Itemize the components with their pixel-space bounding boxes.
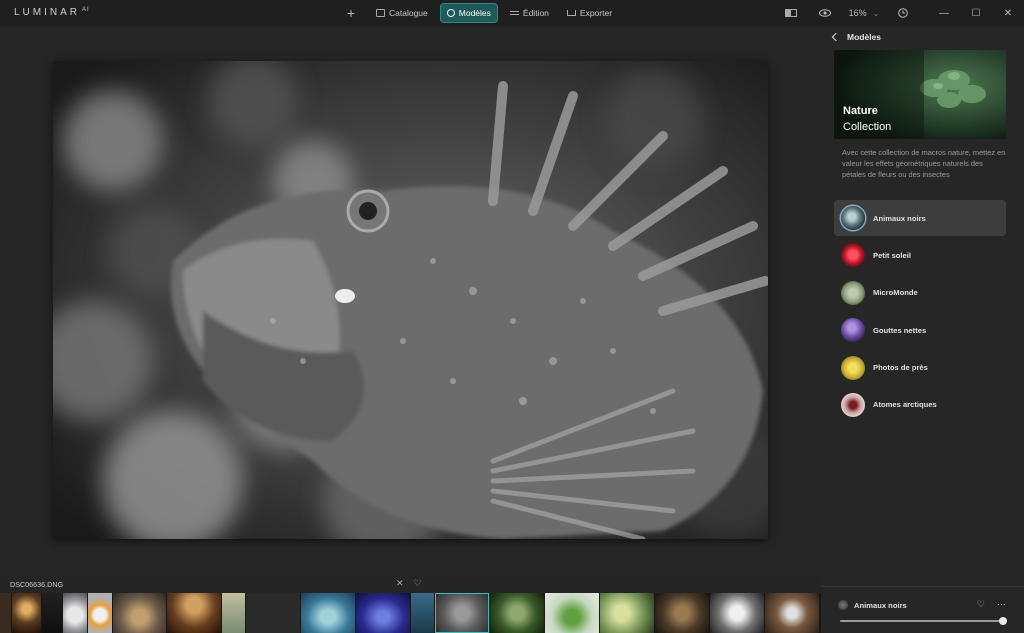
preset-thumbnail (841, 318, 865, 343)
current-filename: DSC06636.DNG (10, 580, 64, 589)
preset-thumbnail (841, 392, 865, 417)
preset-animaux-noirs[interactable]: Animaux noirs (834, 200, 1006, 236)
film-thumbnail[interactable] (356, 593, 410, 633)
film-thumbnail[interactable] (600, 593, 654, 633)
film-thumbnail[interactable] (545, 593, 599, 633)
preset-label: Petit soleil (873, 250, 911, 260)
reject-icon[interactable]: ✕ (396, 578, 404, 589)
close-button[interactable]: ✕ (992, 0, 1024, 26)
preset-micromonde[interactable]: MicroMonde (834, 275, 1006, 311)
film-thumbnail[interactable] (0, 593, 11, 633)
main-nav: + Catalogue Modèles Édition Exporter (342, 3, 618, 23)
eye-icon (819, 9, 831, 17)
film-thumbnail[interactable] (246, 593, 300, 633)
applied-preset-bar: Animaux noirs ♡ ··· (821, 586, 1024, 633)
preset-label: Atomes arctiques (873, 400, 937, 410)
tab-catalogue-label: Catalogue (389, 8, 428, 18)
preset-label: Photos de près (873, 363, 928, 373)
panel-title: Modèles (847, 32, 882, 42)
film-thumbnail[interactable] (765, 593, 819, 633)
tab-edition-label: Édition (522, 8, 549, 18)
export-icon (566, 10, 576, 16)
clock-icon (898, 8, 908, 18)
more-options-icon[interactable]: ··· (997, 599, 1006, 610)
main-photo (53, 61, 768, 539)
film-thumbnail[interactable] (12, 593, 41, 633)
zoom-dropdown[interactable]: 16% ⌄ (842, 0, 886, 26)
film-thumbnail[interactable] (301, 593, 355, 633)
compare-button[interactable] (774, 0, 808, 26)
minimize-button[interactable]: — (928, 0, 960, 26)
tab-edition[interactable]: Édition (504, 3, 555, 23)
image-canvas[interactable] (0, 26, 821, 574)
preset-thumbnail (841, 280, 865, 305)
tab-exporter[interactable]: Exporter (561, 3, 618, 23)
collection-title: Nature (843, 105, 878, 117)
preview-button[interactable] (808, 0, 842, 26)
templates-icon (446, 9, 455, 17)
tab-exporter-label: Exporter (579, 8, 613, 18)
filmstrip-header: DSC06636.DNG ✕ ♡ (0, 574, 821, 593)
applied-preset-thumbnail (838, 600, 848, 610)
film-thumbnail[interactable] (490, 593, 544, 633)
slider-fill (840, 620, 1003, 622)
preset-petit-soleil[interactable]: Petit soleil (834, 237, 1006, 273)
compare-icon (785, 9, 797, 17)
preset-label: MicroMonde (873, 288, 918, 298)
film-thumbnail[interactable] (88, 593, 112, 633)
photo-scorpionfish (53, 61, 768, 539)
add-photos-button[interactable]: + (342, 3, 360, 23)
folder-icon (376, 9, 385, 17)
favorite-icon[interactable]: ♡ (414, 578, 422, 589)
film-actions: ✕ ♡ (396, 578, 422, 589)
collection-subtitle: Collection (843, 121, 892, 133)
preset-atomes-arctiques[interactable]: Atomes arctiques (834, 387, 1006, 423)
sliders-icon (509, 9, 519, 17)
title-bar: LUMINAR AI + Catalogue Modèles Édition Ex… (0, 0, 1024, 26)
film-thumbnail[interactable] (167, 593, 221, 633)
templates-panel: Modèles Nature Collection Avec cette col… (821, 26, 1024, 586)
slider-handle[interactable] (999, 617, 1007, 625)
film-thumbnail[interactable] (411, 593, 434, 633)
applied-actions: ♡ ··· (977, 599, 1006, 610)
tab-catalogue[interactable]: Catalogue (370, 3, 434, 23)
film-thumbnail[interactable] (42, 593, 62, 633)
film-thumbnail[interactable] (655, 593, 709, 633)
preset-gouttes-nettes[interactable]: Gouttes nettes (834, 312, 1006, 348)
app-logo: LUMINAR AI (14, 7, 90, 18)
preset-label: Animaux noirs (873, 213, 926, 223)
film-thumbnail-selected[interactable] (435, 593, 489, 633)
preset-amount-slider[interactable] (840, 617, 1007, 625)
tab-modeles-label: Modèles (458, 8, 491, 18)
preset-photos-de-pres[interactable]: Photos de près (834, 350, 1006, 386)
applied-preset: Animaux noirs (838, 600, 907, 610)
preset-thumbnail (841, 355, 865, 380)
collection-description: Avec cette collection de macros nature, … (842, 148, 1006, 179)
film-thumbnail[interactable] (113, 593, 166, 633)
toolbar-right: 16% ⌄ — ☐ ✕ (774, 0, 1024, 26)
collection-banner: Nature Collection (834, 50, 1006, 139)
film-thumbnail[interactable] (710, 593, 764, 633)
tab-modeles[interactable]: Modèles (439, 3, 498, 23)
history-button[interactable] (886, 0, 920, 26)
maximize-button[interactable]: ☐ (960, 0, 992, 26)
preset-list: Animaux noirs Petit soleil MicroMonde Go… (834, 200, 1006, 424)
favorite-heart-icon[interactable]: ♡ (977, 599, 985, 610)
preset-thumbnail (841, 243, 865, 268)
chevron-down-icon: ⌄ (872, 8, 880, 18)
zoom-value: 16% (848, 8, 867, 18)
back-to-templates[interactable]: Modèles (831, 32, 882, 42)
preset-thumbnail (841, 206, 865, 230)
applied-preset-label: Animaux noirs (854, 600, 907, 610)
film-thumbnail[interactable] (63, 593, 87, 633)
filmstrip (0, 593, 821, 633)
film-thumbnail[interactable] (222, 593, 245, 633)
preset-label: Gouttes nettes (873, 325, 927, 335)
chevron-left-icon (831, 32, 841, 42)
